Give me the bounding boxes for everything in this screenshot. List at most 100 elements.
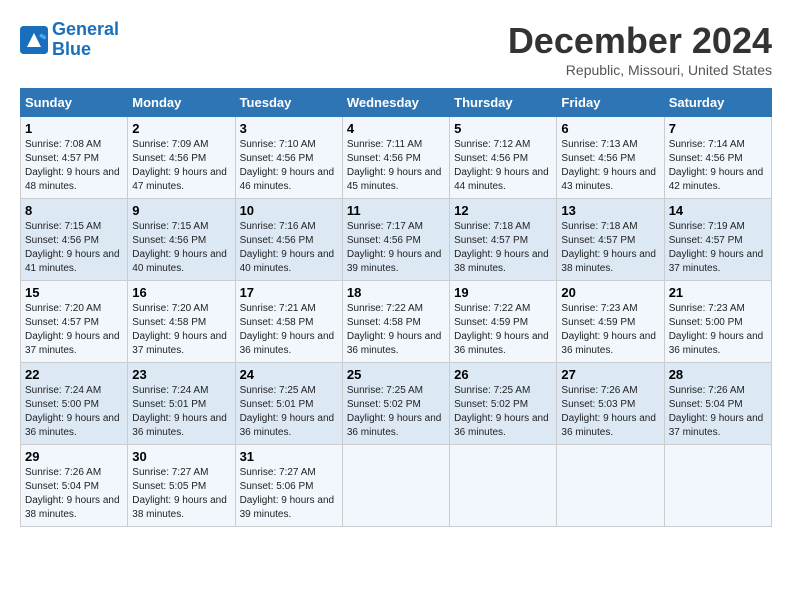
day-number: 26	[454, 367, 552, 382]
day-info: Sunrise: 7:18 AMSunset: 4:57 PMDaylight:…	[561, 220, 659, 276]
calendar-cell: 25 Sunrise: 7:25 AMSunset: 5:02 PMDayligh…	[342, 363, 449, 445]
day-info: Sunrise: 7:26 AMSunset: 5:03 PMDaylight:…	[561, 384, 659, 440]
header-cell-sunday: Sunday	[21, 89, 128, 117]
logo-text: General Blue	[52, 20, 119, 60]
day-number: 16	[132, 285, 230, 300]
calendar-table: SundayMondayTuesdayWednesdayThursdayFrid…	[20, 88, 772, 527]
calendar-cell: 19Sunrise: 7:22 AMSunset: 4:59 PMDayligh…	[450, 281, 557, 363]
day-number: 3	[240, 121, 338, 136]
calendar-cell: 23 Sunrise: 7:24 AMSunset: 5:01 PMDayligh…	[128, 363, 235, 445]
calendar-cell	[557, 445, 664, 527]
day-info: Sunrise: 7:18 AMSunset: 4:57 PMDaylight:…	[454, 220, 552, 276]
day-number: 19	[454, 285, 552, 300]
day-number: 2	[132, 121, 230, 136]
calendar-cell: 24 Sunrise: 7:25 AMSunset: 5:01 PMDayligh…	[235, 363, 342, 445]
day-number: 10	[240, 203, 338, 218]
calendar-cell	[342, 445, 449, 527]
day-number: 30	[132, 449, 230, 464]
day-number: 17	[240, 285, 338, 300]
day-info: Sunrise: 7:27 AMSunset: 5:06 PMDaylight:…	[240, 466, 338, 522]
calendar-header-row: SundayMondayTuesdayWednesdayThursdayFrid…	[21, 89, 772, 117]
header: General Blue December 2024 Republic, Mis…	[20, 20, 772, 78]
day-info: Sunrise: 7:26 AMSunset: 5:04 PMDaylight:…	[669, 384, 767, 440]
calendar-cell: 26 Sunrise: 7:25 AMSunset: 5:02 PMDayligh…	[450, 363, 557, 445]
calendar-cell: 6 Sunrise: 7:13 AMSunset: 4:56 PMDaylight…	[557, 117, 664, 199]
day-info: Sunrise: 7:24 AMSunset: 5:01 PMDaylight:…	[132, 384, 230, 440]
logo-icon	[20, 26, 48, 54]
calendar-cell: 4 Sunrise: 7:11 AMSunset: 4:56 PMDaylight…	[342, 117, 449, 199]
calendar-cell	[450, 445, 557, 527]
day-number: 7	[669, 121, 767, 136]
day-info: Sunrise: 7:15 AMSunset: 4:56 PMDaylight:…	[132, 220, 230, 276]
day-info: Sunrise: 7:25 AMSunset: 5:02 PMDaylight:…	[454, 384, 552, 440]
calendar-week-row: 8 Sunrise: 7:15 AMSunset: 4:56 PMDaylight…	[21, 199, 772, 281]
location-title: Republic, Missouri, United States	[508, 62, 772, 78]
calendar-cell: 8 Sunrise: 7:15 AMSunset: 4:56 PMDaylight…	[21, 199, 128, 281]
day-info: Sunrise: 7:14 AMSunset: 4:56 PMDaylight:…	[669, 138, 767, 194]
day-number: 24	[240, 367, 338, 382]
day-info: Sunrise: 7:16 AMSunset: 4:56 PMDaylight:…	[240, 220, 338, 276]
calendar-cell: 13 Sunrise: 7:18 AMSunset: 4:57 PMDayligh…	[557, 199, 664, 281]
calendar-cell: 27 Sunrise: 7:26 AMSunset: 5:03 PMDayligh…	[557, 363, 664, 445]
day-number: 13	[561, 203, 659, 218]
day-info: Sunrise: 7:19 AMSunset: 4:57 PMDaylight:…	[669, 220, 767, 276]
day-number: 5	[454, 121, 552, 136]
day-number: 8	[25, 203, 123, 218]
day-number: 21	[669, 285, 767, 300]
day-number: 25	[347, 367, 445, 382]
calendar-cell: 1Sunrise: 7:08 AMSunset: 4:57 PMDaylight…	[21, 117, 128, 199]
calendar-cell: 10 Sunrise: 7:16 AMSunset: 4:56 PMDayligh…	[235, 199, 342, 281]
day-number: 6	[561, 121, 659, 136]
day-info: Sunrise: 7:25 AMSunset: 5:02 PMDaylight:…	[347, 384, 445, 440]
calendar-cell: 12Sunrise: 7:18 AMSunset: 4:57 PMDayligh…	[450, 199, 557, 281]
day-info: Sunrise: 7:08 AMSunset: 4:57 PMDaylight:…	[25, 138, 123, 194]
calendar-cell: 14 Sunrise: 7:19 AMSunset: 4:57 PMDayligh…	[664, 199, 771, 281]
day-info: Sunrise: 7:15 AMSunset: 4:56 PMDaylight:…	[25, 220, 123, 276]
calendar-cell: 16 Sunrise: 7:20 AMSunset: 4:58 PMDayligh…	[128, 281, 235, 363]
month-title: December 2024	[508, 20, 772, 62]
day-info: Sunrise: 7:25 AMSunset: 5:01 PMDaylight:…	[240, 384, 338, 440]
title-area: December 2024 Republic, Missouri, United…	[508, 20, 772, 78]
day-number: 4	[347, 121, 445, 136]
calendar-body: 1Sunrise: 7:08 AMSunset: 4:57 PMDaylight…	[21, 117, 772, 527]
day-number: 23	[132, 367, 230, 382]
calendar-week-row: 22Sunrise: 7:24 AMSunset: 5:00 PMDayligh…	[21, 363, 772, 445]
day-info: Sunrise: 7:17 AMSunset: 4:56 PMDaylight:…	[347, 220, 445, 276]
calendar-cell: 31Sunrise: 7:27 AMSunset: 5:06 PMDayligh…	[235, 445, 342, 527]
day-number: 28	[669, 367, 767, 382]
calendar-cell: 11Sunrise: 7:17 AMSunset: 4:56 PMDayligh…	[342, 199, 449, 281]
day-info: Sunrise: 7:21 AMSunset: 4:58 PMDaylight:…	[240, 302, 338, 358]
calendar-cell: 17 Sunrise: 7:21 AMSunset: 4:58 PMDayligh…	[235, 281, 342, 363]
day-info: Sunrise: 7:24 AMSunset: 5:00 PMDaylight:…	[25, 384, 123, 440]
day-info: Sunrise: 7:13 AMSunset: 4:56 PMDaylight:…	[561, 138, 659, 194]
header-cell-saturday: Saturday	[664, 89, 771, 117]
day-info: Sunrise: 7:20 AMSunset: 4:57 PMDaylight:…	[25, 302, 123, 358]
day-number: 14	[669, 203, 767, 218]
day-number: 27	[561, 367, 659, 382]
day-info: Sunrise: 7:12 AMSunset: 4:56 PMDaylight:…	[454, 138, 552, 194]
day-number: 9	[132, 203, 230, 218]
header-cell-friday: Friday	[557, 89, 664, 117]
day-info: Sunrise: 7:23 AMSunset: 4:59 PMDaylight:…	[561, 302, 659, 358]
calendar-cell: 15 Sunrise: 7:20 AMSunset: 4:57 PMDayligh…	[21, 281, 128, 363]
calendar-cell: 7 Sunrise: 7:14 AMSunset: 4:56 PMDaylight…	[664, 117, 771, 199]
day-info: Sunrise: 7:27 AMSunset: 5:05 PMDaylight:…	[132, 466, 230, 522]
calendar-cell: 5 Sunrise: 7:12 AMSunset: 4:56 PMDaylight…	[450, 117, 557, 199]
header-cell-monday: Monday	[128, 89, 235, 117]
calendar-cell: 20Sunrise: 7:23 AMSunset: 4:59 PMDayligh…	[557, 281, 664, 363]
day-info: Sunrise: 7:20 AMSunset: 4:58 PMDaylight:…	[132, 302, 230, 358]
calendar-cell	[664, 445, 771, 527]
calendar-week-row: 1Sunrise: 7:08 AMSunset: 4:57 PMDaylight…	[21, 117, 772, 199]
calendar-cell: 9 Sunrise: 7:15 AMSunset: 4:56 PMDaylight…	[128, 199, 235, 281]
header-cell-thursday: Thursday	[450, 89, 557, 117]
calendar-cell: 3 Sunrise: 7:10 AMSunset: 4:56 PMDaylight…	[235, 117, 342, 199]
day-info: Sunrise: 7:09 AMSunset: 4:56 PMDaylight:…	[132, 138, 230, 194]
calendar-cell: 2 Sunrise: 7:09 AMSunset: 4:56 PMDaylight…	[128, 117, 235, 199]
calendar-cell: 21Sunrise: 7:23 AMSunset: 5:00 PMDayligh…	[664, 281, 771, 363]
day-info: Sunrise: 7:26 AMSunset: 5:04 PMDaylight:…	[25, 466, 123, 522]
day-number: 15	[25, 285, 123, 300]
calendar-cell: 28 Sunrise: 7:26 AMSunset: 5:04 PMDayligh…	[664, 363, 771, 445]
calendar-cell: 18Sunrise: 7:22 AMSunset: 4:58 PMDayligh…	[342, 281, 449, 363]
day-info: Sunrise: 7:11 AMSunset: 4:56 PMDaylight:…	[347, 138, 445, 194]
day-info: Sunrise: 7:10 AMSunset: 4:56 PMDaylight:…	[240, 138, 338, 194]
